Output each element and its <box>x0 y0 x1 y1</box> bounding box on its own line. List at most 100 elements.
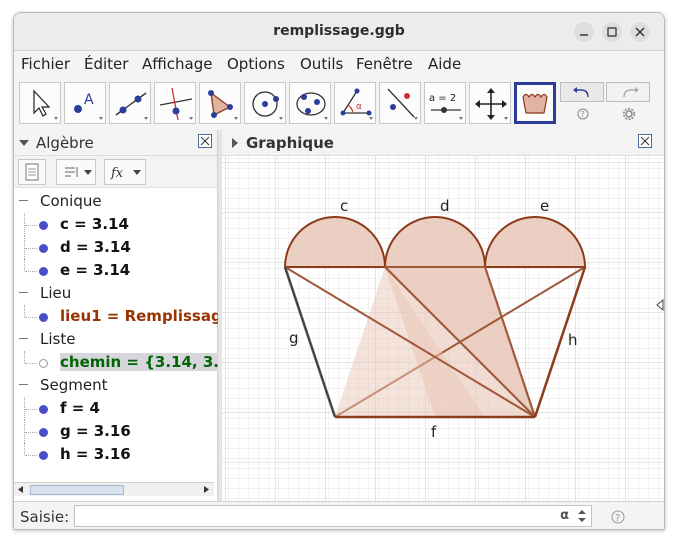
scroll-left-icon[interactable] <box>15 484 26 495</box>
visibility-dot-icon[interactable] <box>39 451 48 460</box>
window-title: remplissage.ggb <box>273 23 405 39</box>
visibility-dot-icon[interactable] <box>39 267 48 276</box>
visibility-dot-icon[interactable] <box>39 244 48 253</box>
slider-tool-button[interactable]: a = 2 <box>424 82 466 124</box>
minimize-button[interactable] <box>574 22 594 42</box>
scroll-right-icon[interactable] <box>201 484 212 495</box>
undo-button[interactable] <box>560 82 604 102</box>
group-segment[interactable]: Segment <box>14 374 218 397</box>
perpendicular-tool-button[interactable] <box>154 82 196 124</box>
list-item[interactable]: h = 3.16 <box>14 443 218 466</box>
algebra-title: Algèbre <box>36 134 94 152</box>
collapse-minus-icon[interactable] <box>19 338 28 347</box>
group-conique[interactable]: Conique <box>14 190 218 213</box>
label-c: c <box>340 197 348 215</box>
point-tool-button[interactable]: A <box>64 82 106 124</box>
description-mode-button[interactable]: fx <box>104 159 146 185</box>
input-field[interactable]: α <box>74 505 592 527</box>
menu-editer[interactable]: Éditer <box>84 55 128 73</box>
list-item[interactable]: e = 3.14 <box>14 259 218 282</box>
circle-tool-button[interactable] <box>244 82 286 124</box>
scrollbar-thumb[interactable] <box>30 485 124 495</box>
maximize-button[interactable] <box>602 22 622 42</box>
input-help-icon[interactable]: ? <box>610 509 626 525</box>
auxiliary-objects-button[interactable] <box>18 159 46 185</box>
help-icon[interactable]: ? <box>576 107 590 121</box>
spinner-arrows-icon[interactable] <box>577 509 587 523</box>
custom-tool-button[interactable] <box>514 82 556 124</box>
group-lieu[interactable]: Lieu <box>14 282 218 305</box>
perpendicular-tool-icon <box>159 87 193 121</box>
svg-text:?: ? <box>615 513 620 524</box>
list-item[interactable]: c = 3.14 <box>14 213 218 236</box>
list-item[interactable]: lieu1 = Remplissage <box>14 305 218 328</box>
svg-text:a = 2: a = 2 <box>429 93 456 104</box>
visibility-dot-icon[interactable] <box>39 221 48 230</box>
label-e: e <box>540 197 549 215</box>
list-item[interactable]: chemin = {3.14, 3.14 <box>14 351 218 374</box>
settings-gear-icon[interactable] <box>622 107 636 121</box>
close-window-button[interactable] <box>630 22 650 42</box>
reflect-tool-button[interactable] <box>379 82 421 124</box>
angle-tool-button[interactable]: α <box>334 82 376 124</box>
visibility-dot-icon[interactable] <box>39 428 48 437</box>
conic-tool-button[interactable] <box>289 82 331 124</box>
graphics-header: Graphique <box>222 130 664 156</box>
group-liste[interactable]: Liste <box>14 328 218 351</box>
algebra-header: Algèbre <box>14 130 217 156</box>
reflect-tool-icon <box>387 88 418 120</box>
custom-tool-icon <box>522 93 548 114</box>
line-tool-icon <box>115 92 148 120</box>
label-d: d <box>440 197 450 215</box>
algebra-panel: Algèbre fx Conique c = 3.14 d = 3.14 e =… <box>14 130 218 501</box>
move-view-tool-icon <box>475 88 508 120</box>
menu-options[interactable]: Options <box>227 55 285 73</box>
toolbar: A α a = 2 ? <box>14 77 664 137</box>
menu-aide[interactable]: Aide <box>428 55 461 73</box>
graphics-canvas[interactable]: c d e g h f <box>222 156 665 501</box>
collapse-minus-icon[interactable] <box>19 292 28 301</box>
menu-fenetre[interactable]: Fenêtre <box>356 55 413 73</box>
title-bar: remplissage.ggb <box>14 13 664 51</box>
expand-triangle-icon[interactable] <box>230 137 240 149</box>
sort-button[interactable] <box>56 159 96 185</box>
menu-outils[interactable]: Outils <box>300 55 343 73</box>
collapse-minus-icon[interactable] <box>19 200 28 209</box>
move-tool-icon <box>33 89 58 120</box>
point-tool-icon: A <box>74 92 103 120</box>
menu-affichage[interactable]: Affichage <box>142 55 212 73</box>
visibility-dot-icon[interactable] <box>39 405 48 414</box>
list-item[interactable]: d = 3.14 <box>14 236 218 259</box>
visibility-dot-icon[interactable] <box>39 359 48 368</box>
input-bar: Saisie: α ? <box>14 501 664 529</box>
circle-tool-icon <box>252 91 283 120</box>
menu-fichier[interactable]: Fichier <box>21 55 70 73</box>
graphics-panel: Graphique c d e g h f <box>222 130 665 501</box>
polygon-tool-icon <box>208 90 238 120</box>
conic-tool-icon <box>296 92 328 120</box>
alpha-symbol-button[interactable]: α <box>560 508 569 523</box>
svg-text:?: ? <box>581 110 585 119</box>
move-view-tool-button[interactable] <box>469 82 511 124</box>
move-tool-button[interactable] <box>19 82 61 124</box>
slider-tool-icon: a = 2 <box>429 93 463 120</box>
list-item[interactable]: f = 4 <box>14 397 218 420</box>
maximize-icon <box>607 27 617 37</box>
label-g: g <box>289 329 299 347</box>
side-panel-arrow-icon[interactable] <box>655 299 665 311</box>
function-fx-icon: fx <box>110 166 141 181</box>
algebra-toolbar: fx <box>14 156 217 188</box>
redo-button[interactable] <box>606 82 650 102</box>
menu-bar: Fichier Éditer Affichage Options Outils … <box>14 51 664 77</box>
collapse-triangle-icon[interactable] <box>18 138 30 148</box>
visibility-dot-icon[interactable] <box>39 313 48 322</box>
collapse-minus-icon[interactable] <box>19 384 28 393</box>
polygon-tool-button[interactable] <box>199 82 241 124</box>
algebra-close-button[interactable] <box>198 134 212 148</box>
sort-icon <box>65 167 92 177</box>
graphics-close-button[interactable] <box>638 134 652 148</box>
label-h: h <box>568 331 578 349</box>
line-tool-button[interactable] <box>109 82 151 124</box>
list-item[interactable]: g = 3.16 <box>14 420 218 443</box>
horizontal-scrollbar[interactable] <box>14 482 214 496</box>
